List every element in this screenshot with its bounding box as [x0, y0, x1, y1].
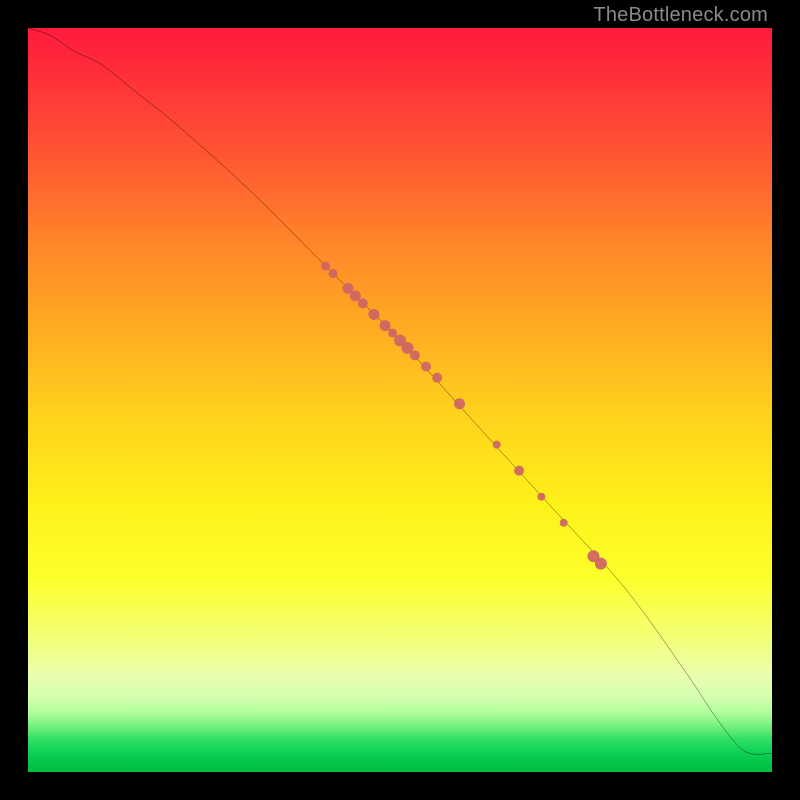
data-point: [421, 362, 431, 372]
data-point: [368, 309, 379, 320]
watermark-text: TheBottleneck.com: [593, 4, 768, 27]
data-point: [537, 493, 545, 501]
chart-frame: TheBottleneck.com: [0, 0, 800, 800]
data-point: [388, 329, 397, 338]
chart-svg: [28, 28, 772, 772]
data-point: [595, 558, 607, 570]
data-point: [493, 441, 501, 449]
data-points: [321, 262, 607, 570]
data-point: [329, 269, 338, 278]
bottleneck-curve: [28, 28, 772, 754]
data-point: [454, 398, 465, 409]
curve-group: [28, 28, 772, 754]
data-point: [380, 320, 391, 331]
data-point: [410, 350, 420, 360]
data-point: [560, 519, 568, 527]
data-point: [514, 466, 524, 476]
plot-area: [28, 28, 772, 772]
data-point: [321, 262, 330, 271]
data-point: [358, 298, 368, 308]
data-point: [350, 290, 361, 301]
data-point: [432, 373, 442, 383]
